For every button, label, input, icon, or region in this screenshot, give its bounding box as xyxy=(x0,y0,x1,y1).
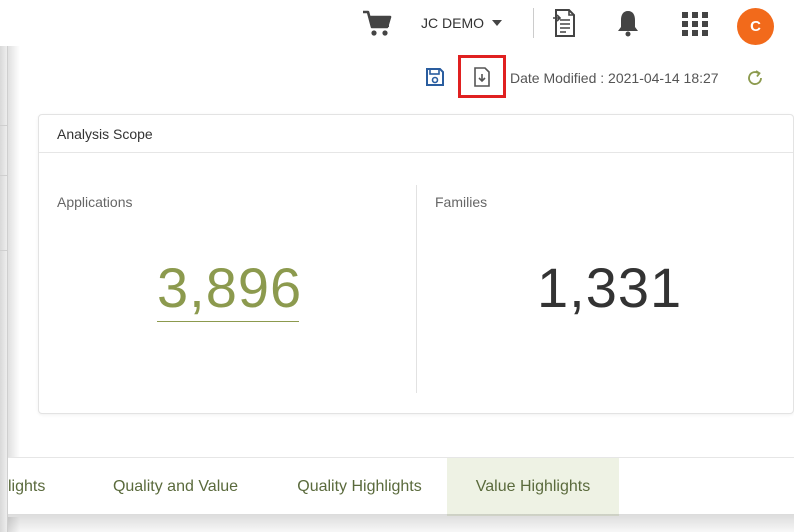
avatar-initial: C xyxy=(750,18,761,35)
avatar[interactable]: C xyxy=(737,8,774,45)
tab-quality-and-value[interactable]: Quality and Value xyxy=(88,458,263,516)
tab-highlights[interactable]: lights xyxy=(8,458,64,516)
card-title: Analysis Scope xyxy=(57,126,153,142)
download-report-button[interactable] xyxy=(458,55,506,98)
applications-count-underline xyxy=(157,321,299,322)
applications-label: Applications xyxy=(57,194,133,210)
tab-quality-highlights[interactable]: Quality Highlights xyxy=(272,458,447,516)
card-header: Analysis Scope xyxy=(39,115,793,153)
tab-label: Quality and Value xyxy=(112,478,239,495)
user-menu-dropdown[interactable]: JC DEMO xyxy=(421,13,502,33)
chevron-down-icon xyxy=(492,20,502,26)
applications-count-link[interactable]: 3,896 xyxy=(157,255,302,320)
bell-icon[interactable] xyxy=(615,9,641,37)
analysis-scope-card: Analysis Scope Applications 3,896 Famili… xyxy=(38,114,794,414)
user-name: JC DEMO xyxy=(421,15,484,31)
download-report-icon xyxy=(474,67,490,87)
date-modified-text: Date Modified : 2021-04-14 18:27 xyxy=(510,70,719,86)
tab-label: Value Highlights xyxy=(475,478,591,495)
families-label: Families xyxy=(435,194,488,210)
refresh-icon[interactable] xyxy=(746,69,764,87)
tab-value-highlights[interactable]: Value Highlights xyxy=(447,458,619,516)
top-navigation-bar: JC DEMO C xyxy=(0,0,794,46)
topbar-divider xyxy=(533,8,534,38)
tab-label: lights xyxy=(8,478,46,495)
metric-divider xyxy=(416,185,417,393)
sidebar-divider xyxy=(0,175,8,176)
sidebar-divider xyxy=(0,250,8,251)
section-tabs: lights Quality and Value Quality Highlig… xyxy=(8,457,794,517)
save-icon[interactable] xyxy=(425,67,445,87)
export-doc-icon[interactable] xyxy=(553,8,577,38)
sidebar-edge xyxy=(0,46,8,532)
sidebar-divider xyxy=(0,125,8,126)
apps-grid-icon[interactable] xyxy=(681,11,709,37)
tab-label: Quality Highlights xyxy=(297,478,422,495)
bottom-shadow xyxy=(8,514,794,532)
families-count: 1,331 xyxy=(537,256,683,319)
cart-icon[interactable] xyxy=(362,9,392,37)
